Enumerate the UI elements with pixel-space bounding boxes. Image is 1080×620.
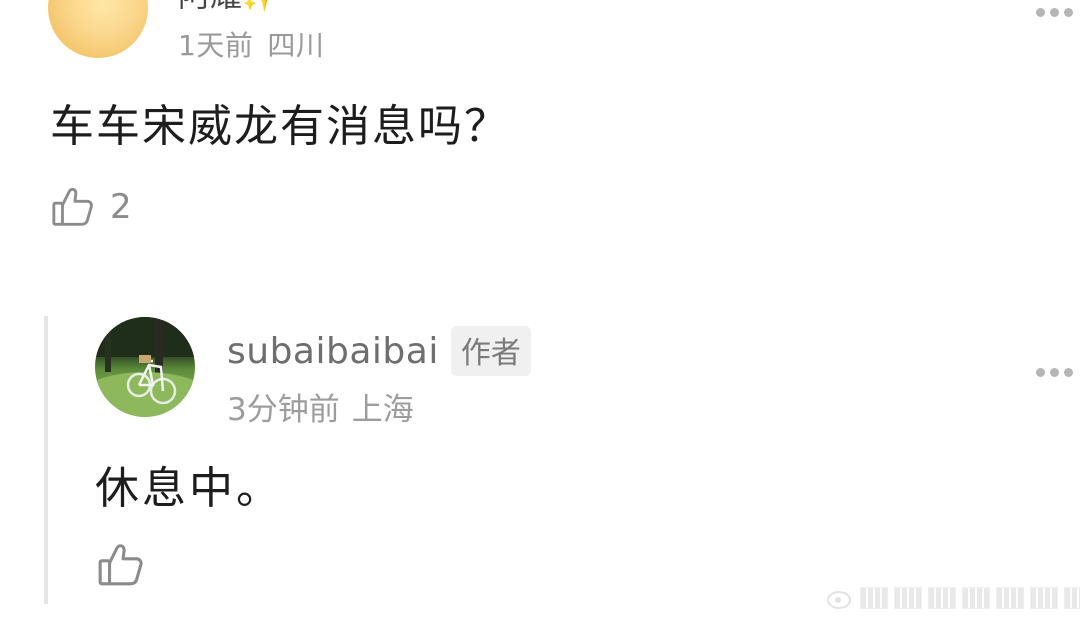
smiley-avatar-icon <box>68 0 128 8</box>
author-badge: 作者 <box>450 326 531 376</box>
reply-avatar[interactable] <box>95 317 195 417</box>
reply-more-options-icon[interactable] <box>1036 362 1080 378</box>
reply-thread-bar <box>44 316 48 604</box>
watermark <box>826 584 1080 612</box>
sparkle-icon: ✨ <box>242 0 277 13</box>
reply-location: 上海 <box>351 392 414 428</box>
like-button[interactable]: 2 <box>50 183 132 231</box>
reply-meta: 3分钟前 上海 <box>227 384 414 429</box>
more-options-icon[interactable] <box>1036 2 1080 18</box>
weibo-logo-icon <box>827 591 851 609</box>
bicycle-photo-icon <box>95 317 195 417</box>
reply-like-button[interactable] <box>96 540 146 594</box>
like-count: 2 <box>110 187 132 227</box>
comment-location: 四川 <box>267 29 325 62</box>
thumbs-up-icon <box>98 544 143 586</box>
commenter-username-text[interactable]: 阿耀 <box>178 0 242 14</box>
reply-text: 休息中。 <box>95 463 283 514</box>
thumbs-up-icon <box>52 187 93 226</box>
comment-time: 1天前 <box>178 29 254 62</box>
reply-username-row: subaibaibai 作者 <box>227 326 531 376</box>
watermark-text-blur <box>860 587 1080 609</box>
reply-time: 3分钟前 <box>227 392 340 428</box>
comment-text: 车车宋威龙有消息吗？ <box>50 101 510 152</box>
commenter-avatar[interactable] <box>48 0 148 58</box>
commenter-meta: 1天前 四川 <box>178 24 324 64</box>
reply-username[interactable]: subaibaibai <box>227 331 439 372</box>
commenter-username[interactable]: 阿耀✨ <box>178 0 277 16</box>
